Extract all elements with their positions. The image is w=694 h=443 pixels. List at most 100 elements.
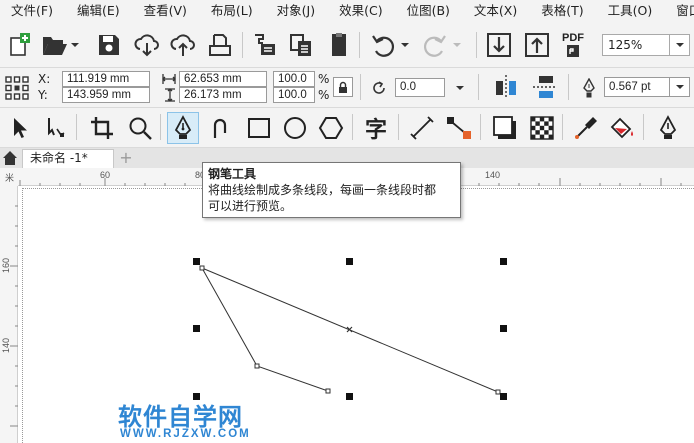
menu-table[interactable]: 表格(T) — [529, 0, 595, 22]
menu-window[interactable]: 窗口 — [664, 0, 694, 22]
interactive-fill-tool[interactable] — [606, 112, 638, 144]
eyedropper-icon — [575, 117, 597, 139]
toolbox: 字 — [0, 108, 694, 148]
pick-tool[interactable] — [4, 112, 36, 144]
menu-bitmaps[interactable]: 位图(B) — [395, 0, 462, 22]
polygon-tool[interactable] — [315, 112, 347, 144]
cloud-upload-button[interactable] — [168, 29, 198, 61]
drop-shadow-tool[interactable] — [489, 112, 521, 144]
chevron-down-icon — [456, 85, 464, 90]
zoom-tool[interactable] — [124, 112, 156, 144]
chevron-down-icon — [401, 43, 409, 47]
height-input[interactable]: 26.173 mm — [179, 87, 267, 103]
height-icon — [164, 88, 176, 105]
mirror-vertical-icon — [533, 76, 557, 98]
rotation-input[interactable]: 0.0 — [395, 78, 445, 97]
shape-tool[interactable] — [40, 112, 72, 144]
import-icon — [255, 34, 275, 55]
toolbox-separator — [398, 114, 399, 140]
width-input[interactable]: 62.653 mm — [179, 71, 267, 87]
mirror-horizontal-button[interactable] — [493, 73, 519, 104]
publish-pdf-button[interactable]: PDF — [558, 29, 588, 61]
outline-width-dropdown[interactable] — [670, 77, 690, 97]
menu-effects[interactable]: 效果(C) — [327, 0, 394, 22]
artistic-media-tool[interactable] — [204, 112, 236, 144]
new-document-button[interactable] — [5, 29, 35, 61]
text-tool[interactable]: 字 — [360, 112, 392, 144]
toolbar-separator — [476, 32, 477, 58]
reference-point-selector[interactable] — [5, 76, 29, 103]
import-button[interactable] — [250, 29, 280, 61]
zoom-level-input[interactable]: 125% — [602, 34, 670, 56]
save-icon — [99, 35, 119, 55]
pdf-icon — [567, 44, 579, 57]
shape-node-icon — [48, 118, 65, 137]
copy-button[interactable] — [324, 29, 354, 61]
transparency-tool[interactable] — [526, 112, 558, 144]
hook-curve-icon — [213, 118, 227, 138]
chevron-down-icon — [675, 43, 684, 47]
menu-edit[interactable]: 编辑(E) — [65, 0, 132, 22]
lock-ratio-button[interactable] — [333, 77, 353, 97]
toolbar-separator — [360, 74, 361, 100]
magnifier-icon — [129, 117, 152, 140]
y-position-input[interactable]: 143.959 mm — [62, 87, 150, 103]
zoom-dropdown-button[interactable] — [670, 34, 690, 56]
menu-tools[interactable]: 工具(O) — [596, 0, 665, 22]
mirror-horizontal-icon — [496, 75, 516, 99]
ruler-origin[interactable]: 米 — [0, 168, 18, 186]
undo-dropdown-button[interactable] — [398, 29, 412, 61]
menu-text[interactable]: 文本(X) — [462, 0, 529, 22]
save-button[interactable] — [94, 29, 124, 61]
connector-icon — [447, 117, 471, 139]
property-bar: X: Y: 111.919 mm 143.959 mm 62.653 mm 26… — [0, 68, 694, 108]
menu-view[interactable]: 查看(V) — [132, 0, 199, 22]
redo-dropdown-button[interactable] — [450, 29, 464, 61]
export-button[interactable] — [286, 29, 316, 61]
crop-tool[interactable] — [86, 112, 118, 144]
undo-button[interactable] — [368, 29, 398, 61]
scale-height-input[interactable]: 100.0 — [273, 87, 315, 103]
outline-width-input[interactable]: 0.567 pt — [604, 77, 670, 97]
mirror-vertical-button[interactable] — [531, 73, 559, 104]
rotation-dropdown-button[interactable] — [450, 78, 470, 97]
open-dropdown-button[interactable] — [68, 29, 82, 61]
outline-pen-tool[interactable] — [652, 112, 684, 144]
scale-width-input[interactable]: 100.0 — [273, 71, 315, 87]
eyedropper-tool[interactable] — [570, 112, 602, 144]
redo-button[interactable] — [420, 29, 450, 61]
menu-object[interactable]: 对象(J) — [265, 0, 327, 22]
tab-document[interactable]: 未命名 -1* — [22, 149, 114, 168]
pen-tool[interactable] — [167, 112, 199, 144]
crop-icon — [91, 117, 113, 139]
menu-file[interactable]: 文件(F) — [0, 0, 65, 22]
print-button[interactable] — [205, 29, 235, 61]
cloud-download-button[interactable] — [132, 29, 162, 61]
menu-bar: 文件(F) 编辑(E) 查看(V) 布局(L) 对象(J) 效果(C) 位图(B… — [0, 0, 694, 22]
vertical-ruler[interactable]: 160 140 — [0, 168, 18, 443]
add-tab-button[interactable]: + — [116, 150, 136, 166]
y-label: Y: — [38, 88, 48, 102]
x-label: X: — [38, 72, 51, 86]
pdf-label: PDF — [562, 31, 584, 44]
export-file-button[interactable] — [522, 29, 552, 61]
rectangle-tool[interactable] — [243, 112, 275, 144]
undo-icon — [372, 35, 395, 57]
export-icon — [290, 34, 311, 56]
connector-tool[interactable] — [443, 112, 475, 144]
rectangle-icon — [248, 118, 270, 138]
toolbox-separator — [480, 114, 481, 140]
import-file-button[interactable] — [484, 29, 514, 61]
open-button[interactable] — [40, 29, 70, 61]
chevron-down-icon — [675, 85, 684, 89]
print-icon — [209, 34, 231, 56]
outline-pen-nib-icon — [659, 115, 677, 139]
clipboard-icon — [332, 33, 346, 56]
x-position-input[interactable]: 111.919 mm — [62, 71, 150, 87]
ellipse-tool[interactable] — [279, 112, 311, 144]
percent-label: % — [318, 72, 330, 86]
toolbar-separator — [242, 32, 243, 58]
dimension-tool[interactable] — [406, 112, 438, 144]
home-button[interactable] — [2, 150, 18, 169]
menu-layout[interactable]: 布局(L) — [199, 0, 265, 22]
